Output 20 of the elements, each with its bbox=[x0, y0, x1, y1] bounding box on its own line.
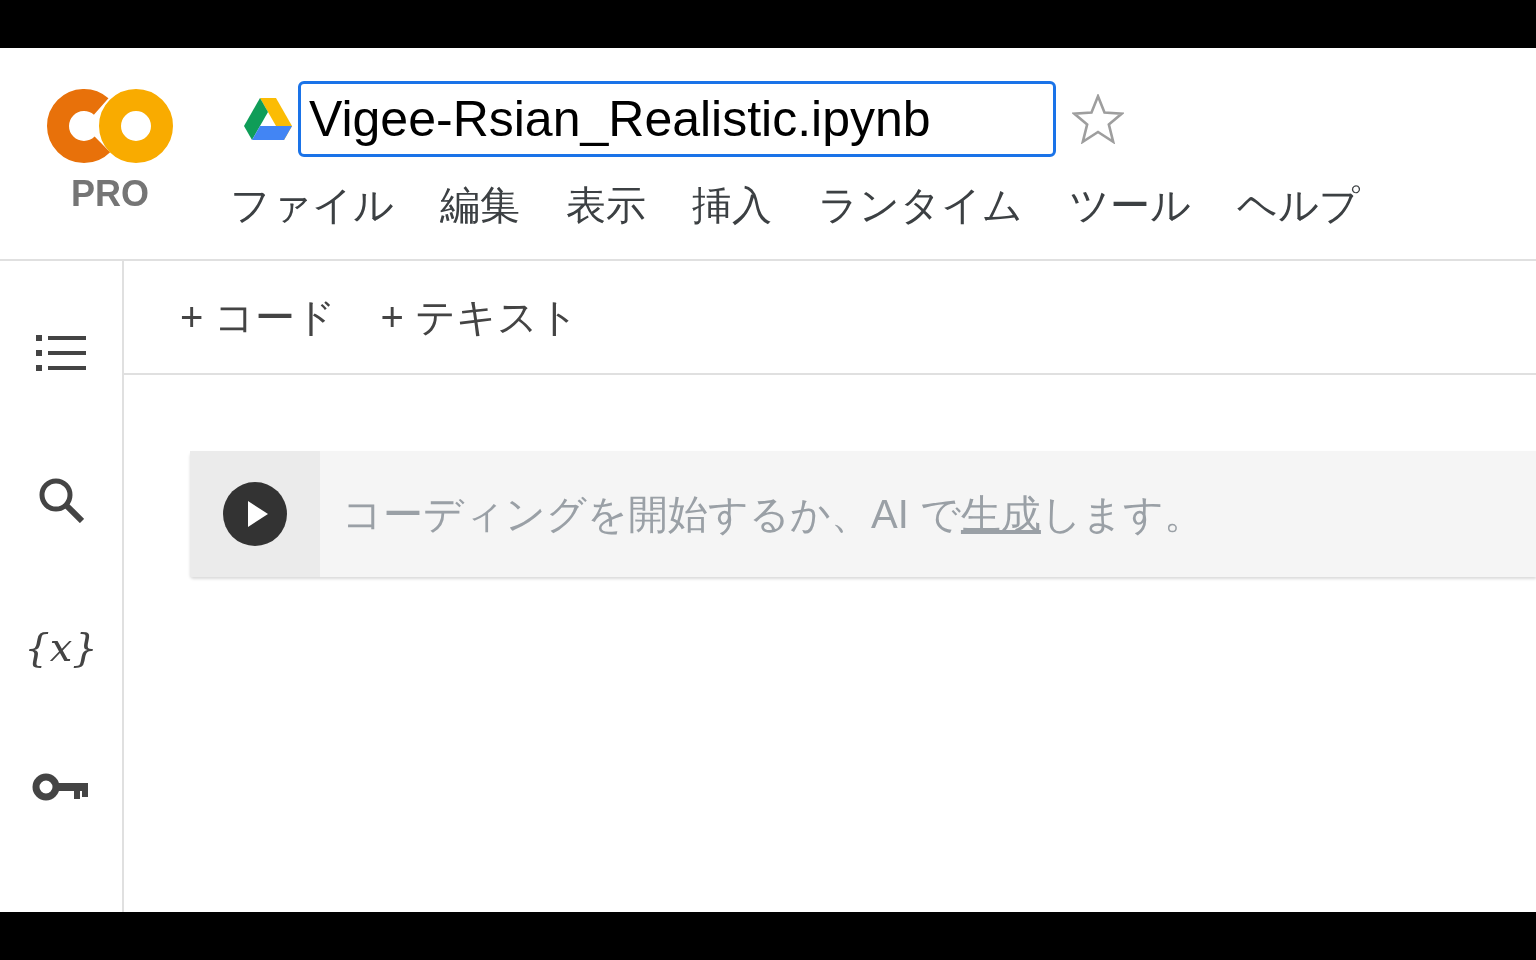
run-button[interactable] bbox=[222, 481, 288, 547]
logo-label: PRO bbox=[71, 176, 149, 212]
drive-icon bbox=[244, 98, 292, 140]
cell-placeholder: コーディングを開始するか、AI で生成 します。 bbox=[320, 451, 1204, 577]
menu-item[interactable]: ヘルプ bbox=[1237, 185, 1360, 225]
variables-button[interactable]: {x} bbox=[24, 627, 98, 667]
menu-item[interactable]: 編集 bbox=[440, 185, 520, 225]
menu-item[interactable]: 表示 bbox=[566, 185, 646, 225]
add-cell-button[interactable]: + テキスト bbox=[380, 287, 579, 347]
menu-item[interactable]: 挿入 bbox=[692, 185, 772, 225]
list-icon[interactable] bbox=[36, 333, 86, 373]
add-cell-button[interactable]: + コード bbox=[180, 287, 337, 347]
menu-item[interactable]: ファイル bbox=[230, 185, 394, 225]
menu-item[interactable]: ランタイム bbox=[818, 185, 1023, 225]
key-icon[interactable] bbox=[32, 771, 90, 803]
notebook-title-field[interactable]: Vigee-Rsian_Realistic.ipynb bbox=[298, 81, 1056, 157]
star-icon[interactable] bbox=[1072, 94, 1124, 144]
search-icon[interactable] bbox=[38, 477, 84, 523]
logo-icon bbox=[46, 88, 174, 164]
menu-item[interactable]: ツール bbox=[1069, 185, 1191, 225]
